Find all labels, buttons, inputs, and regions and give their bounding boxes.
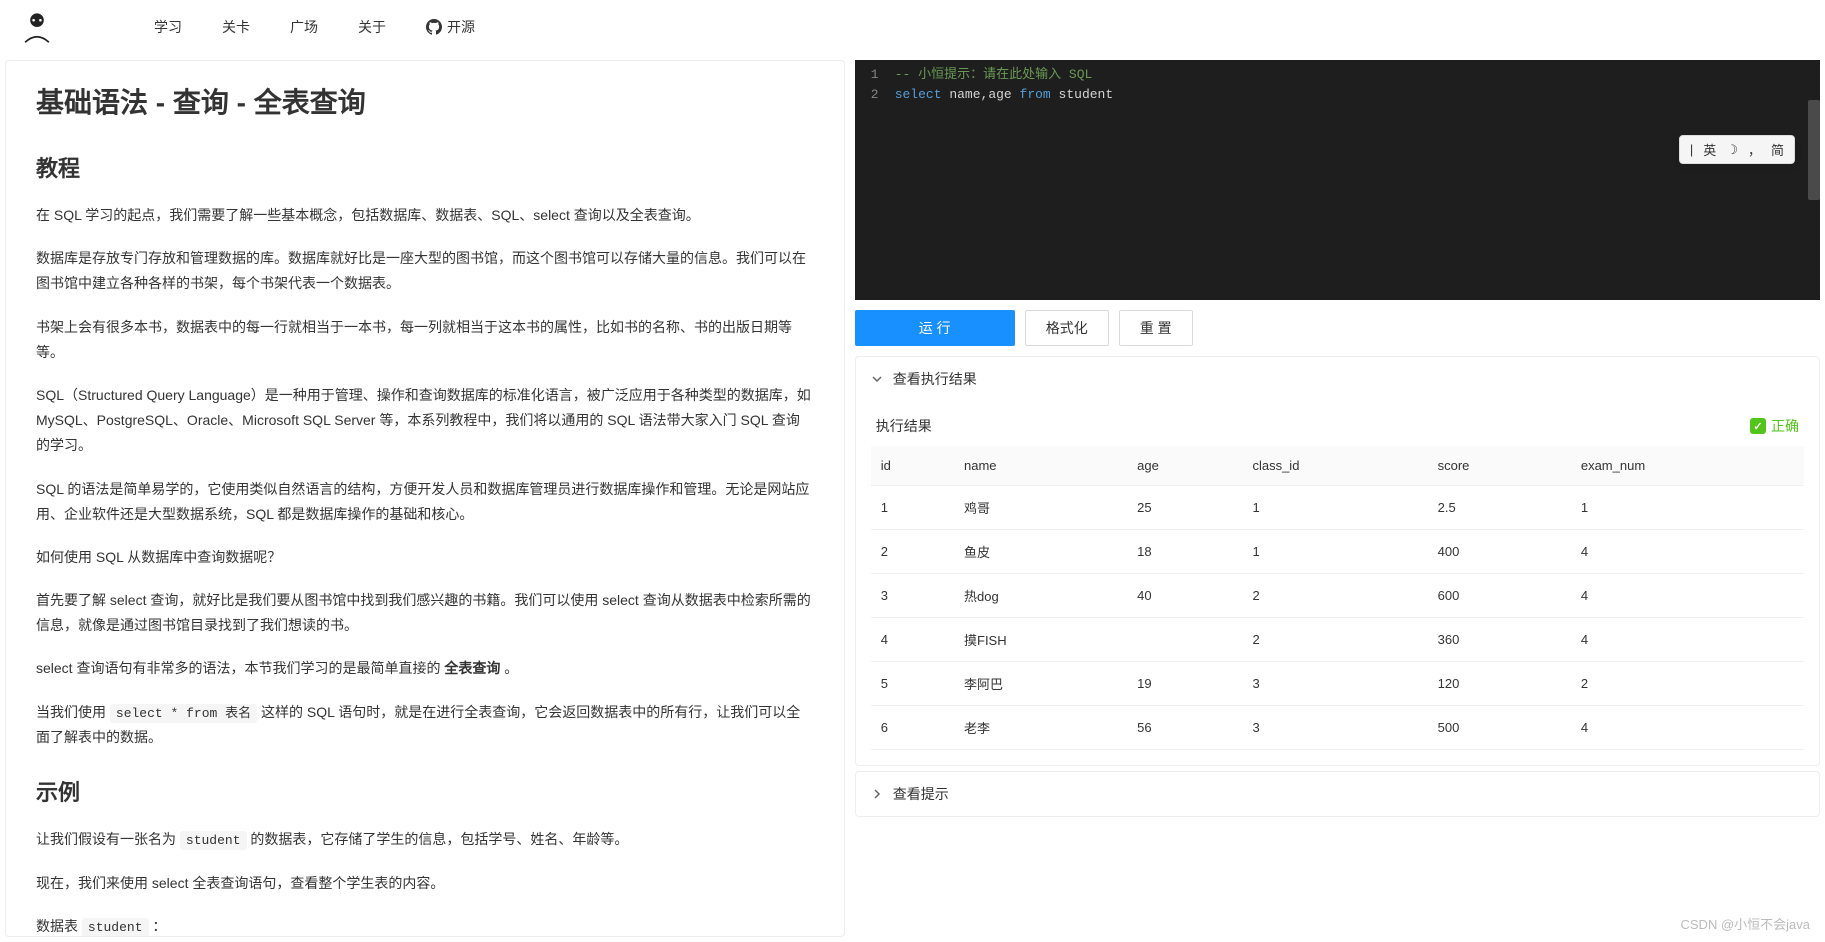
table-row: 2鱼皮1814004 bbox=[871, 530, 1804, 574]
para-2: 数据库是存放专门存放和管理数据的库。数据库就好比是一座大型的图书馆，而这个图书馆… bbox=[36, 246, 814, 296]
nav-levels[interactable]: 关卡 bbox=[222, 17, 250, 37]
table-column-age: age bbox=[1127, 446, 1242, 486]
chevron-right-icon bbox=[871, 788, 883, 800]
keyword-select: select bbox=[895, 87, 942, 102]
result-accordion-header[interactable]: 查看执行结果 bbox=[856, 357, 1819, 401]
para-10: 让我们假设有一张名为 student 的数据表，它存储了学生的信息，包括学号、姓… bbox=[36, 827, 814, 852]
para-3: 书架上会有很多本书，数据表中的每一行就相当于一本书，每一列就相当于这本书的属性，… bbox=[36, 315, 814, 365]
table-row: 3热dog4026004 bbox=[871, 574, 1804, 618]
ime-cursor-icon: | bbox=[1690, 142, 1693, 157]
table-column-name: name bbox=[954, 446, 1127, 486]
moon-icon[interactable]: ☽ bbox=[1726, 142, 1738, 158]
content: 基础语法 - 查询 - 全表查询 教程 在 SQL 学习的起点，我们需要了解一些… bbox=[0, 55, 1825, 942]
format-button[interactable]: 格式化 bbox=[1025, 310, 1109, 346]
result-accordion-label: 查看执行结果 bbox=[893, 369, 977, 389]
code-select-from: select * from 表名 bbox=[110, 704, 257, 723]
line-number-1: 1 bbox=[855, 65, 895, 85]
table-row: 4摸FISH23604 bbox=[871, 618, 1804, 662]
check-icon: ✓ bbox=[1750, 418, 1766, 434]
table-column-score: score bbox=[1428, 446, 1571, 486]
reset-button[interactable]: 重 置 bbox=[1119, 310, 1193, 346]
para-8: select 查询语句有非常多的语法，本节我们学习的是最简单直接的 全表查询 。 bbox=[36, 656, 814, 681]
nav-github-label: 开源 bbox=[447, 17, 475, 37]
line-number-2: 2 bbox=[855, 85, 895, 105]
nav-study[interactable]: 学习 bbox=[154, 17, 182, 37]
github-icon bbox=[426, 19, 442, 35]
table-column-id: id bbox=[871, 446, 954, 486]
keyword-from: from bbox=[1020, 87, 1051, 102]
status-badge: ✓ 正确 bbox=[1750, 416, 1799, 436]
tutorial-panel: 基础语法 - 查询 - 全表查询 教程 在 SQL 学习的起点，我们需要了解一些… bbox=[5, 60, 845, 937]
nav-square[interactable]: 广场 bbox=[290, 17, 318, 37]
nav-github[interactable]: 开源 bbox=[426, 17, 475, 37]
table-row: 6老李5635004 bbox=[871, 706, 1804, 750]
para-4: SQL（Structured Query Language）是一种用于管理、操作… bbox=[36, 383, 814, 459]
para-5: SQL 的语法是简单易学的，它使用类似自然语言的结构，方便开发人员和数据库管理员… bbox=[36, 477, 814, 527]
table-row: 5李阿巴1931202 bbox=[871, 662, 1804, 706]
ime-simp[interactable]: 简 bbox=[1771, 140, 1784, 159]
chevron-down-icon bbox=[871, 373, 883, 385]
navbar: 学习 关卡 广场 关于 开源 bbox=[0, 0, 1825, 55]
section-example: 示例 bbox=[36, 775, 814, 807]
para-12: 数据表 student ： bbox=[36, 914, 814, 937]
table-column-exam_num: exam_num bbox=[1571, 446, 1804, 486]
result-accordion: 查看执行结果 执行结果 ✓ 正确 idnameageclass_idscoree… bbox=[855, 356, 1820, 766]
table-column-class_id: class_id bbox=[1242, 446, 1427, 486]
table-row: 1鸡哥2512.51 bbox=[871, 486, 1804, 530]
para-1: 在 SQL 学习的起点，我们需要了解一些基本概念，包括数据库、数据表、SQL、s… bbox=[36, 203, 814, 228]
code-student-1: student bbox=[180, 831, 247, 850]
editor-panel: 1 -- 小恒提示：请在此处输入 SQL 2 select name,age f… bbox=[855, 60, 1820, 937]
ime-bar[interactable]: | 英 ☽ ， 简 bbox=[1679, 135, 1795, 164]
avatar[interactable] bbox=[20, 10, 54, 44]
section-tutorial: 教程 bbox=[36, 151, 814, 183]
result-table: idnameageclass_idscoreexam_num 1鸡哥2512.5… bbox=[871, 446, 1804, 750]
run-button[interactable]: 运 行 bbox=[855, 310, 1015, 346]
sql-editor[interactable]: 1 -- 小恒提示：请在此处输入 SQL 2 select name,age f… bbox=[855, 60, 1820, 300]
watermark: CSDN @小恒不会java bbox=[1681, 914, 1811, 933]
hint-accordion: 查看提示 bbox=[855, 771, 1820, 817]
hint-accordion-header[interactable]: 查看提示 bbox=[856, 772, 1819, 816]
para-11: 现在，我们来使用 select 全表查询语句，查看整个学生表的内容。 bbox=[36, 871, 814, 896]
result-body: 执行结果 ✓ 正确 idnameageclass_idscoreexam_num… bbox=[856, 401, 1819, 765]
ime-lang[interactable]: 英 bbox=[1703, 140, 1716, 159]
code-student-2: student bbox=[82, 918, 149, 937]
button-row: 运 行 格式化 重 置 bbox=[855, 300, 1820, 356]
editor-scrollbar[interactable] bbox=[1808, 100, 1820, 200]
para-9: 当我们使用 select * from 表名 这样的 SQL 语句时，就是在进行… bbox=[36, 700, 814, 751]
page-title: 基础语法 - 查询 - 全表查询 bbox=[36, 81, 814, 121]
hint-accordion-label: 查看提示 bbox=[893, 784, 949, 804]
table-header-row: idnameageclass_idscoreexam_num bbox=[871, 446, 1804, 486]
result-title: 执行结果 bbox=[876, 416, 932, 436]
nav-links: 学习 关卡 广场 关于 开源 bbox=[154, 17, 475, 37]
para-7: 首先要了解 select 查询，就好比是我们要从图书馆中找到我们感兴趣的书籍。我… bbox=[36, 588, 814, 638]
para-6: 如何使用 SQL 从数据库中查询数据呢？ bbox=[36, 545, 814, 570]
ime-punct[interactable]: ， bbox=[1748, 140, 1761, 159]
nav-about[interactable]: 关于 bbox=[358, 17, 386, 37]
comment-text: -- 小恒提示：请在此处输入 SQL bbox=[895, 67, 1093, 82]
